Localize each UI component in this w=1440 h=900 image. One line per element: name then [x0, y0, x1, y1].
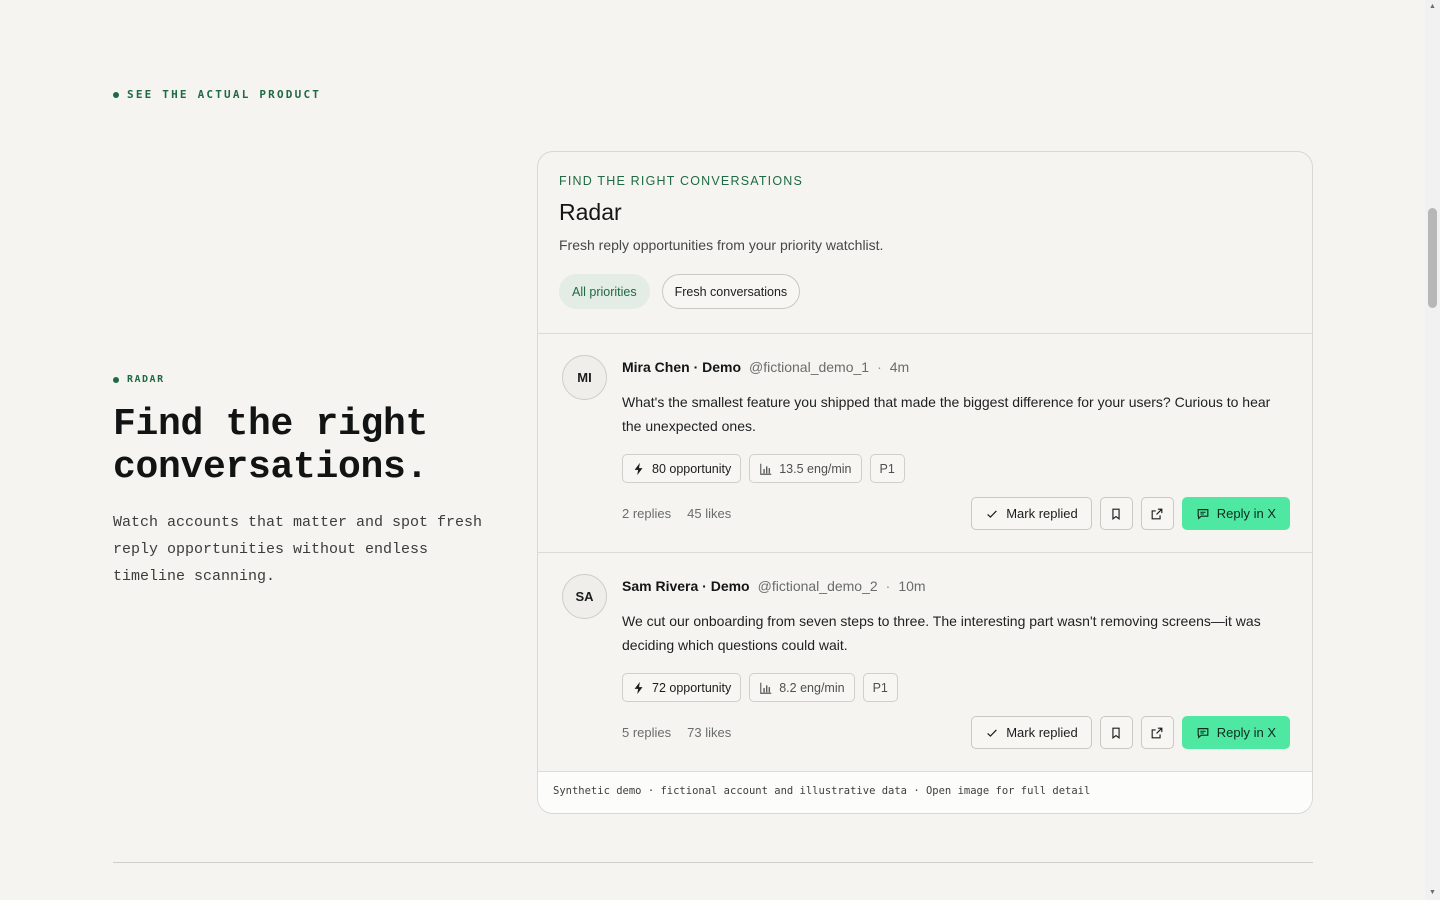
reply-in-x-button[interactable]: Reply in X: [1181, 716, 1290, 749]
reply-count: 5 replies: [622, 725, 672, 740]
post-body: Sam Rivera · Demo @fictional_demo_2 · 10…: [622, 577, 1290, 749]
post-stats: 2 replies 45 likes: [622, 506, 731, 521]
message-icon: [1197, 727, 1209, 739]
author-name: Sam Rivera · Demo: [622, 578, 750, 594]
radar-subtitle: Fresh reply opportunities from your prio…: [559, 237, 884, 253]
external-link-icon: [1151, 727, 1163, 738]
open-external-button[interactable]: [1140, 716, 1174, 749]
mark-replied-button[interactable]: Mark replied: [971, 497, 1092, 530]
intro-title: Find the right conversations.: [113, 403, 429, 489]
radar-header: FIND THE RIGHT CONVERSATIONS Radar Fresh…: [538, 152, 1312, 334]
post-item: MI Mira Chen · Demo @fictional_demo_1 · …: [538, 334, 1312, 553]
post-actions: Mark replied Reply in X: [971, 716, 1290, 749]
radar-kicker: FIND THE RIGHT CONVERSATIONS: [559, 174, 804, 188]
filter-chips: All priorities Fresh conversations: [559, 274, 1292, 309]
intro-eyebrow: RADAR: [113, 374, 513, 385]
post-item: SA Sam Rivera · Demo @fictional_demo_2 ·…: [538, 553, 1312, 772]
intro-eyebrow-dot: [113, 376, 119, 383]
chip-fresh-conversations[interactable]: Fresh conversations: [661, 274, 801, 309]
message-icon: [1197, 508, 1209, 520]
bookmark-button[interactable]: [1099, 716, 1133, 749]
post-time: 10m: [898, 578, 926, 594]
open-external-button[interactable]: [1140, 497, 1174, 530]
scroll-up-arrow-icon[interactable]: ▲: [1428, 3, 1437, 11]
bar-chart-icon: [760, 682, 772, 694]
meta-separator: ·: [885, 578, 891, 594]
intro-eyebrow-text: RADAR: [127, 374, 165, 385]
opportunity-tag: 72 opportunity: [622, 673, 742, 702]
post-footer: 2 replies 45 likes Mark replied Reply in…: [622, 497, 1290, 530]
check-icon: [987, 510, 998, 518]
bookmark-icon: [1112, 727, 1120, 739]
opportunity-tag: 80 opportunity: [622, 454, 742, 483]
scroll-down-arrow-icon[interactable]: ▼: [1428, 889, 1437, 897]
section-eyebrow: SEE THE ACTUAL PRODUCT: [113, 88, 321, 101]
eyebrow-dot: [113, 91, 119, 98]
meta-separator: ·: [877, 359, 882, 375]
reply-in-x-label: Reply in X: [1216, 506, 1276, 521]
scroll-thumb[interactable]: [1428, 208, 1437, 308]
chip-all-priorities[interactable]: All priorities: [559, 274, 650, 309]
author-handle: @fictional_demo_1: [749, 359, 870, 375]
opportunity-score: 80 opportunity: [652, 461, 732, 476]
post-meta: Mira Chen · Demo @fictional_demo_1 · 4m: [622, 358, 1290, 376]
bolt-icon: [634, 681, 643, 694]
section-eyebrow-text: SEE THE ACTUAL PRODUCT: [127, 88, 322, 101]
engagement-rate: 13.5 eng/min: [779, 461, 852, 476]
radar-card: FIND THE RIGHT CONVERSATIONS Radar Fresh…: [537, 151, 1313, 814]
radar-footer-note: Synthetic demo · fictional account and i…: [538, 772, 1312, 813]
check-icon: [987, 729, 998, 737]
post-tags: 72 opportunity 8.2 eng/min P1: [622, 673, 1290, 702]
bookmark-button[interactable]: [1099, 497, 1133, 530]
section-divider: [113, 862, 1313, 863]
engagement-tag: 13.5 eng/min: [749, 454, 862, 483]
post-body: Mira Chen · Demo @fictional_demo_1 · 4m …: [622, 358, 1290, 530]
bar-chart-icon: [760, 463, 772, 475]
like-count: 73 likes: [687, 725, 732, 740]
post-time: 4m: [889, 359, 910, 375]
engagement-rate: 8.2 eng/min: [779, 680, 845, 695]
mark-replied-label: Mark replied: [1006, 725, 1078, 740]
author-name: Mira Chen · Demo: [622, 359, 742, 375]
page-scrollbar[interactable]: ▲ ▼: [1425, 0, 1440, 900]
post-stats: 5 replies 73 likes: [622, 725, 731, 740]
intro-description: Watch accounts that matter and spot fres…: [113, 514, 483, 585]
post-meta: Sam Rivera · Demo @fictional_demo_2 · 10…: [622, 577, 1290, 595]
reply-count: 2 replies: [622, 506, 672, 521]
external-link-icon: [1151, 508, 1163, 519]
author-handle: @fictional_demo_2: [757, 578, 878, 594]
like-count: 45 likes: [687, 506, 732, 521]
post-text: What's the smallest feature you shipped …: [622, 394, 1271, 434]
post-actions: Mark replied Reply in X: [971, 497, 1290, 530]
post-text: We cut our onboarding from seven steps t…: [622, 613, 1261, 653]
post-footer: 5 replies 73 likes Mark replied Reply in…: [622, 716, 1290, 749]
intro-block: RADAR Find the right conversations. Watc…: [113, 374, 513, 590]
opportunity-score: 72 opportunity: [652, 680, 732, 695]
mark-replied-label: Mark replied: [1006, 506, 1078, 521]
reply-in-x-button[interactable]: Reply in X: [1181, 497, 1290, 530]
mark-replied-button[interactable]: Mark replied: [971, 716, 1092, 749]
radar-title: Radar: [559, 199, 622, 225]
priority-tag: P1: [862, 673, 898, 702]
avatar: SA: [562, 574, 607, 619]
reply-in-x-label: Reply in X: [1216, 725, 1276, 740]
bookmark-icon: [1112, 508, 1120, 520]
engagement-tag: 8.2 eng/min: [749, 673, 855, 702]
post-tags: 80 opportunity 13.5 eng/min P1: [622, 454, 1290, 483]
bolt-icon: [634, 462, 643, 475]
priority-tag: P1: [869, 454, 905, 483]
avatar: MI: [562, 355, 607, 400]
